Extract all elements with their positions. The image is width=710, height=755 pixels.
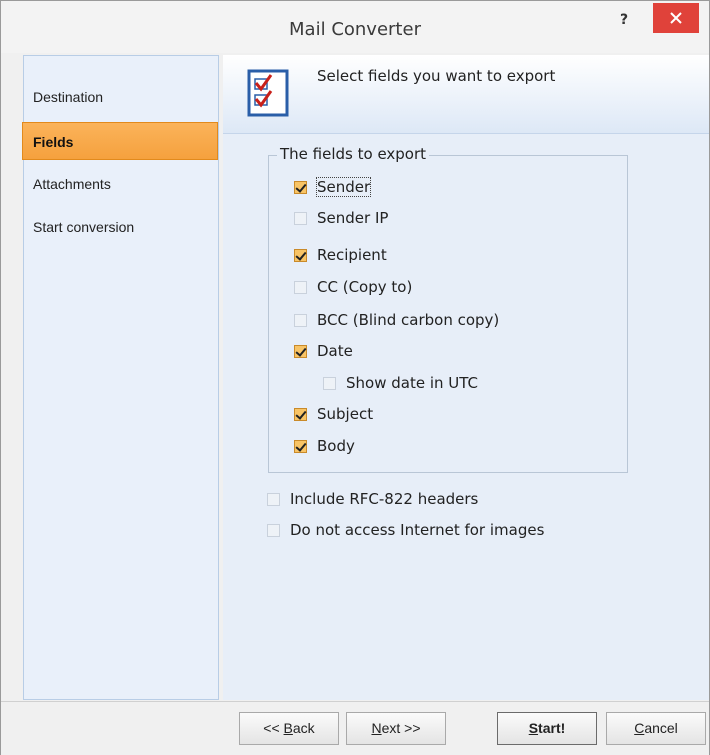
fields-groupbox: The fields to export Sender Sender IP Re… <box>268 145 628 473</box>
button-label-prefix: << <box>263 720 284 736</box>
button-mnemonic: B <box>283 720 293 736</box>
checkbox-box[interactable] <box>294 281 307 294</box>
checkbox-label: Include RFC-822 headers <box>290 490 479 508</box>
sidebar-item-label: Fields <box>33 134 74 150</box>
sidebar-item-destination[interactable]: Destination <box>1 78 195 116</box>
checkbox-label: Sender IP <box>317 209 389 227</box>
checkbox-box[interactable] <box>294 314 307 327</box>
button-label: ext >> <box>381 720 421 736</box>
checkbox-box[interactable] <box>294 249 307 262</box>
sidebar-item-start-conversion[interactable]: Start conversion <box>1 208 195 246</box>
button-label: tart! <box>538 720 566 736</box>
next-button[interactable]: Next >> <box>346 712 446 745</box>
sidebar-item-fields[interactable]: Fields <box>22 122 218 160</box>
checkbox-label: BCC (Blind carbon copy) <box>317 311 500 329</box>
button-bar: << Back Next >> Start! Cancel <box>1 701 709 755</box>
mail-converter-window: Mail Converter ? Destination Fields Atta… <box>0 0 710 755</box>
checkbox-label: Show date in UTC <box>346 374 479 392</box>
sidebar-item-label: Destination <box>33 89 104 105</box>
checkbox-label: Body <box>317 437 355 455</box>
checkbox-label: Do not access Internet for images <box>290 521 545 539</box>
button-label: ack <box>292 720 315 736</box>
checkbox-label: Date <box>317 342 353 360</box>
checkbox-box[interactable] <box>294 212 307 225</box>
checklist-icon <box>247 69 289 117</box>
main-panel: Select fields you want to export The fie… <box>223 55 709 700</box>
page-header: Select fields you want to export <box>223 55 709 134</box>
checkbox-box[interactable] <box>294 440 307 453</box>
checkbox-label: CC (Copy to) <box>317 278 413 296</box>
checkbox-label: Sender <box>315 177 372 197</box>
page-heading: Select fields you want to export <box>317 67 556 85</box>
checkbox-box[interactable] <box>323 377 336 390</box>
title-bar: Mail Converter ? <box>1 1 709 53</box>
close-icon <box>670 12 682 24</box>
groupbox-legend: The fields to export <box>277 145 430 163</box>
cancel-button[interactable]: Cancel <box>606 712 706 745</box>
checkbox-box[interactable] <box>267 524 280 537</box>
sidebar-item-label: Start conversion <box>33 219 135 235</box>
button-label: ancel <box>644 720 678 736</box>
button-mnemonic: N <box>371 720 382 736</box>
checkbox-label: Subject <box>317 405 374 423</box>
checkbox-label: Recipient <box>317 246 387 264</box>
button-mnemonic: S <box>528 720 539 736</box>
checkbox-box[interactable] <box>267 493 280 506</box>
sidebar-item-label: Attachments <box>33 176 111 192</box>
checkbox-box[interactable] <box>294 408 307 421</box>
close-button[interactable] <box>653 3 699 33</box>
start-button[interactable]: Start! <box>497 712 597 745</box>
checkbox-box[interactable] <box>294 345 307 358</box>
help-button[interactable]: ? <box>613 9 635 31</box>
checkbox-box[interactable] <box>294 181 307 194</box>
back-button[interactable]: << Back <box>239 712 339 745</box>
window-title: Mail Converter <box>289 19 421 40</box>
button-mnemonic: C <box>634 720 645 736</box>
sidebar-item-attachments[interactable]: Attachments <box>1 165 195 203</box>
